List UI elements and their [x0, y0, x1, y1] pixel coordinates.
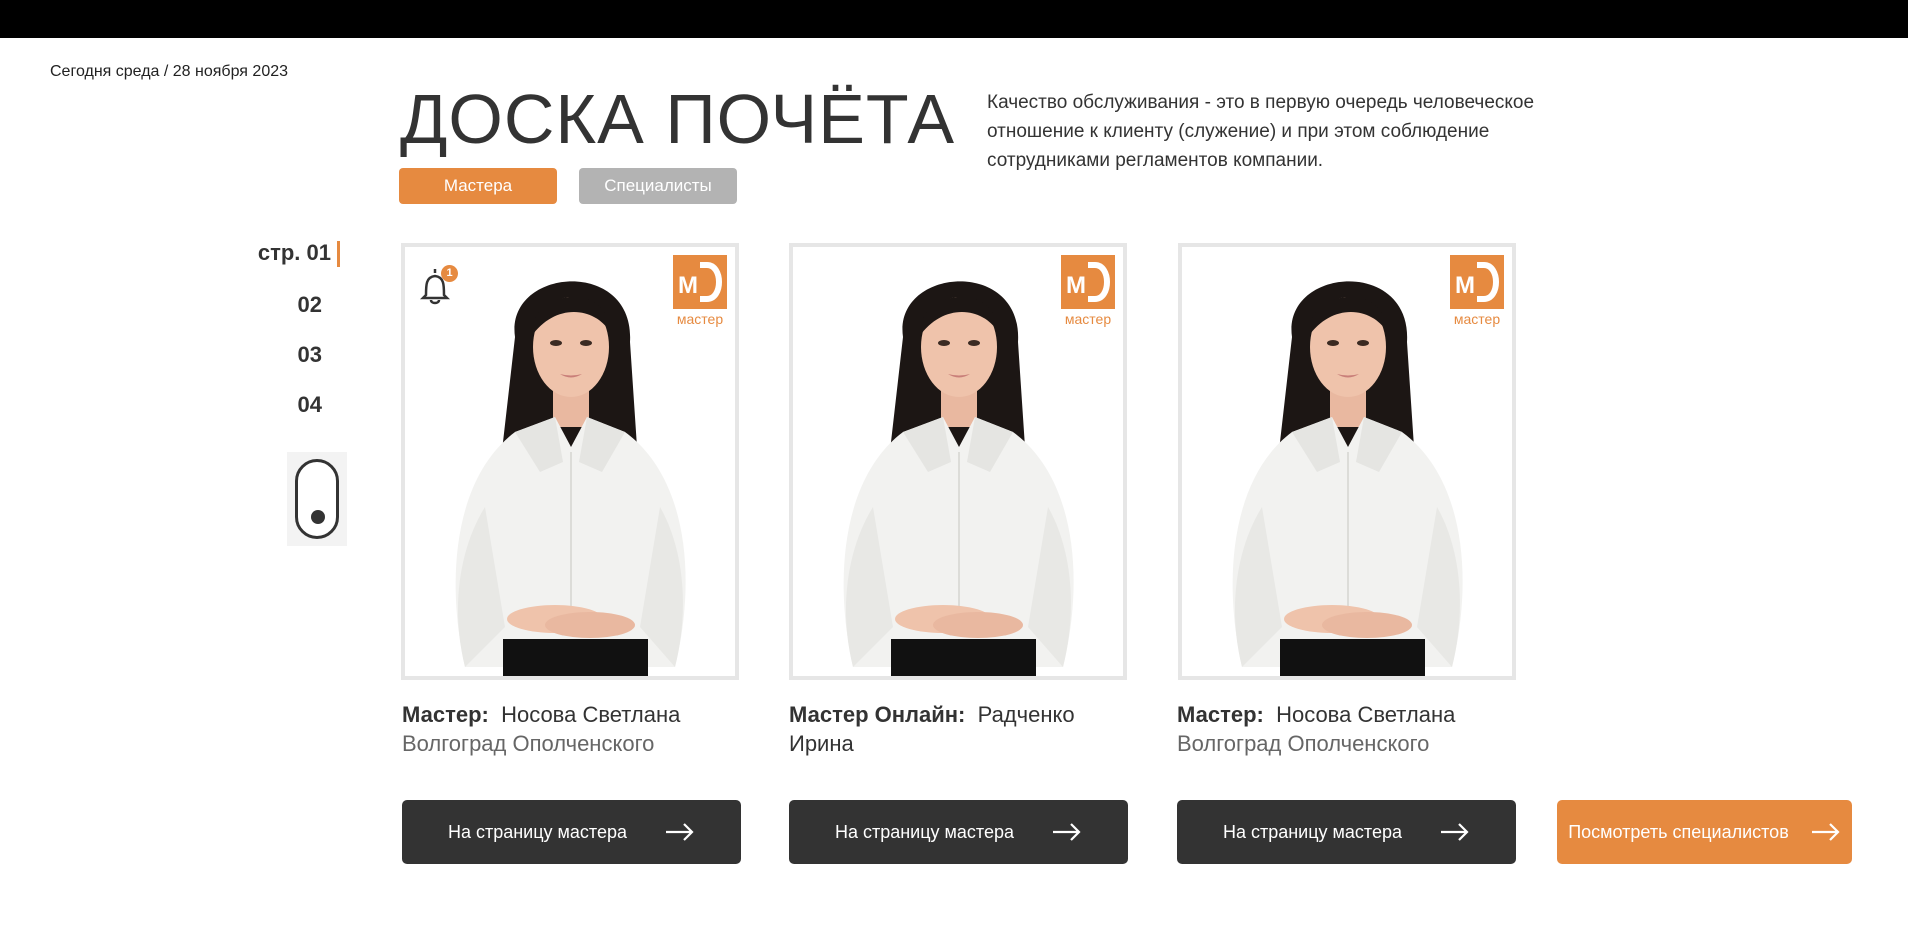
page-link-03[interactable]: 03	[298, 342, 322, 368]
button-label: На страницу мастера	[447, 821, 628, 842]
tab-specialists[interactable]: Специалисты	[579, 168, 737, 204]
arrow-right-icon	[1441, 823, 1469, 841]
arrow-right-icon	[1053, 823, 1081, 841]
master-role: Мастер:	[1177, 702, 1264, 727]
master-info: Мастер Онлайн: Радченко Ирина	[789, 700, 1119, 758]
master-name: Носова Светлана	[1276, 702, 1456, 727]
page-label: стр. 01	[257, 240, 331, 265]
master-location: Волгоград Ополченского	[1177, 731, 1430, 756]
master-page-button[interactable]: На страницу мастера	[402, 800, 741, 864]
page-title: ДОСКА ПОЧЁТА	[400, 80, 956, 158]
master-logo: мастер	[1448, 255, 1506, 327]
master-location: Волгоград Ополченского	[402, 731, 655, 756]
master-role: Мастер:	[402, 702, 489, 727]
page-description: Качество обслуживания - это в первую оче…	[987, 92, 1535, 171]
page-link-04[interactable]: 04	[298, 392, 322, 418]
master-role: Мастер Онлайн:	[789, 702, 966, 727]
page-link-02[interactable]: 02	[298, 292, 322, 318]
current-date: Сегодня среда / 28 ноября 2023	[50, 63, 289, 80]
button-label: На страницу мастера	[834, 821, 1015, 842]
master-name: Носова Светлана	[501, 702, 681, 727]
arrow-right-icon	[666, 823, 694, 841]
arrow-right-icon	[1811, 823, 1840, 841]
notification-badge: 1	[441, 265, 458, 282]
master-card[interactable]: 1 мастер	[401, 243, 739, 680]
master-logo: мастер	[671, 255, 729, 327]
master-info: Мастер: Носова Светлана Волгоград Ополче…	[1177, 700, 1507, 758]
top-bar	[0, 0, 1908, 38]
master-card[interactable]: мастер	[789, 243, 1127, 680]
master-logo: мастер	[1059, 255, 1117, 327]
button-label: Посмотреть специалистов	[1568, 821, 1789, 842]
master-card[interactable]: мастер	[1178, 243, 1516, 680]
view-specialists-button[interactable]: Посмотреть специалистов	[1557, 800, 1852, 864]
tab-masters[interactable]: Мастера	[399, 168, 557, 204]
bell-icon[interactable]: 1	[419, 265, 459, 309]
master-page-button[interactable]: На страницу мастера	[789, 800, 1128, 864]
master-page-button[interactable]: На страницу мастера	[1177, 800, 1516, 864]
page-link-01[interactable]: стр. 01	[257, 240, 340, 268]
master-info: Мастер: Носова Светлана Волгоград Ополче…	[402, 700, 732, 758]
button-label: На страницу мастера	[1222, 821, 1403, 842]
current-page-indicator	[337, 241, 340, 268]
scroll-hint[interactable]	[287, 452, 347, 546]
mouse-scroll-icon	[295, 459, 339, 539]
